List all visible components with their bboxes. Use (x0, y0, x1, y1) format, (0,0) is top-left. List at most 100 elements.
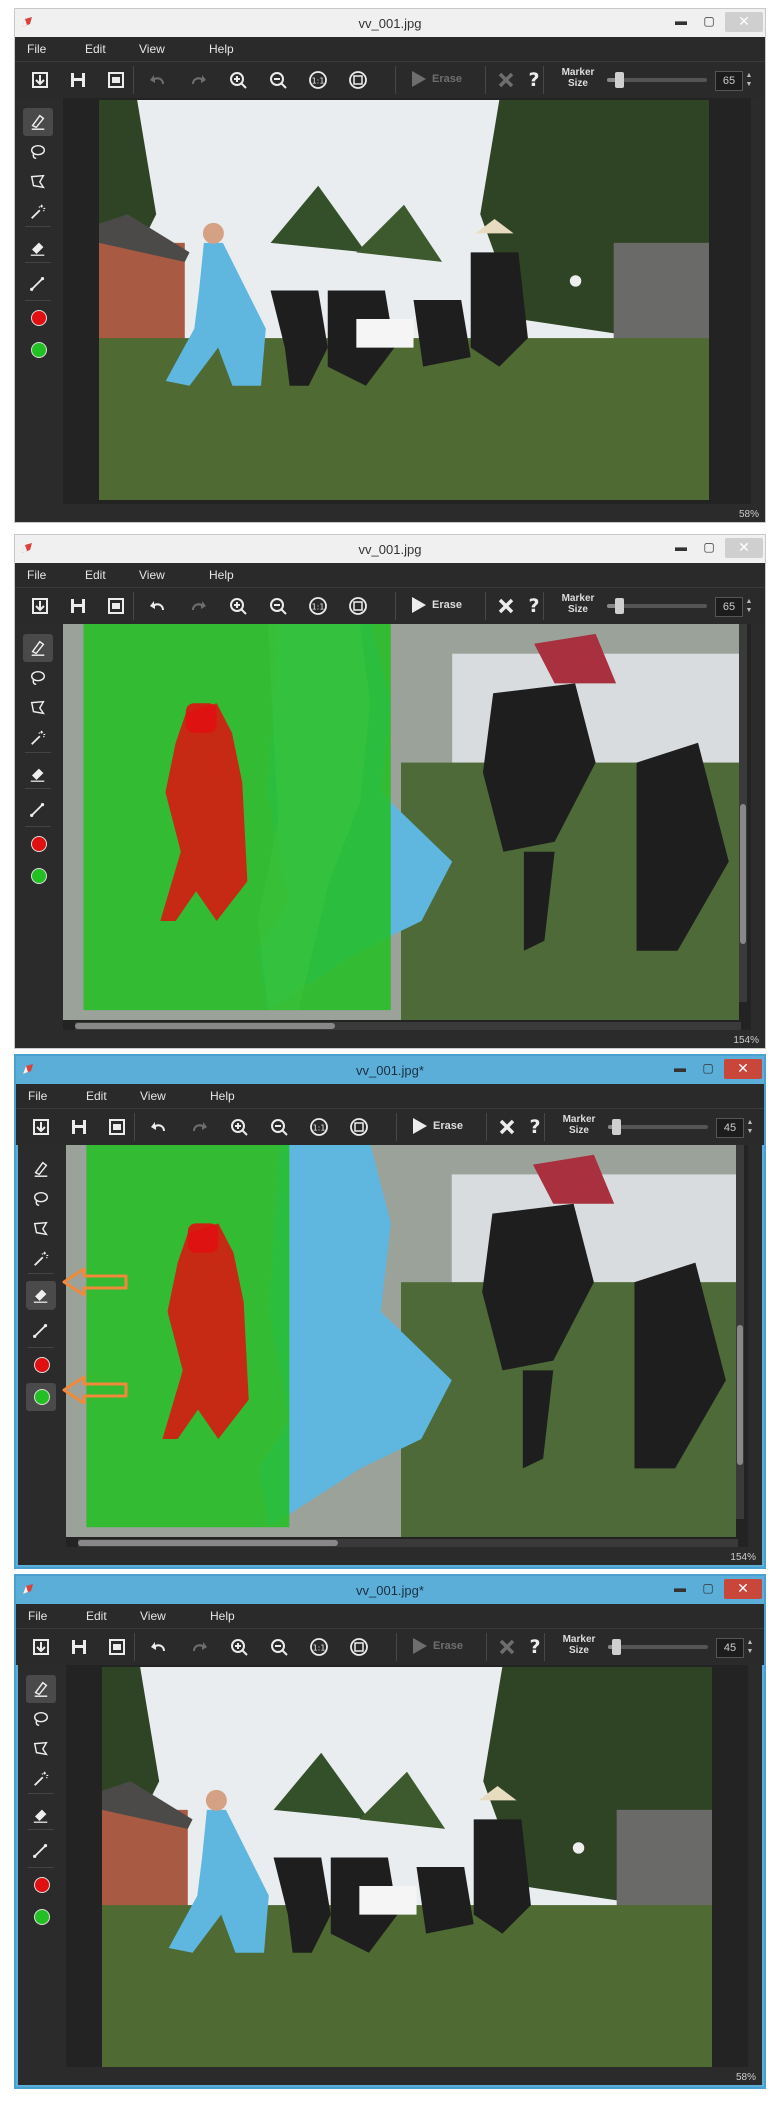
fit-window-button[interactable] (345, 68, 371, 92)
marker-size-field[interactable]: 65 (715, 71, 743, 91)
spin-up-icon[interactable]: ▲ (743, 597, 755, 606)
actual-size-button[interactable]: 1:1 (305, 68, 331, 92)
red-marker-button[interactable] (23, 304, 53, 332)
slider-thumb[interactable] (615, 598, 624, 614)
zoom-out-button[interactable] (265, 68, 291, 92)
green-marker-button[interactable] (26, 1383, 56, 1411)
open-button[interactable] (27, 594, 53, 618)
image-canvas[interactable] (66, 1145, 748, 1547)
polygon-lasso-tool-button[interactable] (23, 168, 53, 196)
clear-button[interactable] (494, 1115, 520, 1139)
open-button[interactable] (27, 68, 53, 92)
menu-view[interactable]: View (140, 1089, 166, 1103)
image-canvas[interactable] (66, 1665, 748, 2067)
menu-edit[interactable]: Edit (85, 42, 106, 56)
zoom-out-button[interactable] (266, 1115, 292, 1139)
zoom-out-button[interactable] (265, 594, 291, 618)
red-marker-button[interactable] (26, 1351, 56, 1379)
magic-wand-tool-button[interactable] (26, 1765, 56, 1793)
green-marker-button[interactable] (23, 336, 53, 364)
close-button[interactable]: ✕ (724, 1059, 762, 1079)
save-button[interactable] (65, 594, 91, 618)
marker-tool-button[interactable] (26, 1675, 56, 1703)
actual-size-button[interactable]: 1:1 (306, 1635, 332, 1659)
green-marker-button[interactable] (23, 862, 53, 890)
erase-button[interactable]: Erase (408, 68, 478, 92)
vertical-scrollbar[interactable] (739, 624, 747, 1002)
line-tool-button[interactable] (23, 270, 53, 298)
close-button[interactable]: ✕ (725, 538, 763, 558)
open-button[interactable] (28, 1635, 54, 1659)
menu-help[interactable]: Help (210, 1609, 235, 1623)
line-tool-button[interactable] (26, 1837, 56, 1865)
maximize-button[interactable]: ▢ (695, 12, 723, 32)
line-tool-button[interactable] (23, 796, 53, 824)
slider-thumb[interactable] (615, 72, 624, 88)
help-button[interactable]: ? (521, 68, 547, 92)
menu-view[interactable]: View (140, 1609, 166, 1623)
marker-size-spinner[interactable]: ▲ ▼ (744, 1118, 756, 1136)
erase-button[interactable]: Erase (409, 1635, 479, 1659)
clear-button[interactable] (493, 68, 519, 92)
menu-help[interactable]: Help (209, 42, 234, 56)
spin-up-icon[interactable]: ▲ (744, 1118, 756, 1127)
menu-file[interactable]: File (28, 1089, 47, 1103)
zoom-in-button[interactable] (225, 68, 251, 92)
zoom-out-button[interactable] (266, 1635, 292, 1659)
spin-up-icon[interactable]: ▲ (744, 1638, 756, 1647)
marker-size-spinner[interactable]: ▲ ▼ (744, 1638, 756, 1656)
save-as-button[interactable] (104, 1115, 130, 1139)
horizontal-scroll-thumb[interactable] (75, 1023, 335, 1029)
spin-down-icon[interactable]: ▼ (744, 1647, 756, 1656)
marker-tool-button[interactable] (26, 1155, 56, 1183)
lasso-tool-button[interactable] (26, 1705, 56, 1733)
line-tool-button[interactable] (26, 1317, 56, 1345)
menu-edit[interactable]: Edit (85, 568, 106, 582)
save-button[interactable] (66, 1115, 92, 1139)
redo-button[interactable] (186, 1635, 212, 1659)
marker-size-spinner[interactable]: ▲ ▼ (743, 597, 755, 615)
green-marker-button[interactable] (26, 1903, 56, 1931)
menu-help[interactable]: Help (209, 568, 234, 582)
undo-button[interactable] (146, 1115, 172, 1139)
undo-button[interactable] (146, 1635, 172, 1659)
maximize-button[interactable]: ▢ (695, 538, 723, 558)
title-bar[interactable]: vv_001.jpg ▬ ▢ ✕ (15, 535, 765, 563)
eraser-tool-button[interactable] (26, 1281, 56, 1309)
title-bar[interactable]: vv_001.jpg ▬ ▢ ✕ (15, 9, 765, 37)
zoom-in-button[interactable] (226, 1115, 252, 1139)
redo-button[interactable] (185, 594, 211, 618)
polygon-lasso-tool-button[interactable] (26, 1735, 56, 1763)
magic-wand-tool-button[interactable] (23, 724, 53, 752)
close-button[interactable]: ✕ (725, 12, 763, 32)
lasso-tool-button[interactable] (26, 1185, 56, 1213)
vertical-scroll-thumb[interactable] (737, 1325, 743, 1465)
marker-size-field[interactable]: 65 (715, 597, 743, 617)
horizontal-scrollbar[interactable] (78, 1539, 738, 1547)
image-canvas[interactable] (63, 624, 751, 1030)
save-button[interactable] (65, 68, 91, 92)
menu-view[interactable]: View (139, 42, 165, 56)
close-button[interactable]: ✕ (724, 1579, 762, 1599)
eraser-tool-button[interactable] (23, 234, 53, 262)
fit-window-button[interactable] (345, 594, 371, 618)
undo-button[interactable] (145, 68, 171, 92)
erase-button[interactable]: Erase (408, 594, 478, 618)
help-button[interactable]: ? (522, 1635, 548, 1659)
marker-size-slider[interactable] (607, 598, 707, 614)
slider-thumb[interactable] (612, 1639, 621, 1655)
minimize-button[interactable]: ▬ (667, 538, 695, 558)
open-button[interactable] (28, 1115, 54, 1139)
redo-button[interactable] (186, 1115, 212, 1139)
eraser-tool-button[interactable] (23, 760, 53, 788)
save-as-button[interactable] (103, 68, 129, 92)
spin-down-icon[interactable]: ▼ (743, 80, 755, 89)
marker-size-spinner[interactable]: ▲ ▼ (743, 71, 755, 89)
help-button[interactable]: ? (521, 594, 547, 618)
vertical-scroll-thumb[interactable] (740, 804, 746, 944)
image-canvas[interactable] (63, 98, 751, 504)
polygon-lasso-tool-button[interactable] (23, 694, 53, 722)
zoom-in-button[interactable] (225, 594, 251, 618)
vertical-scrollbar[interactable] (736, 1145, 744, 1519)
horizontal-scroll-thumb[interactable] (78, 1540, 338, 1546)
